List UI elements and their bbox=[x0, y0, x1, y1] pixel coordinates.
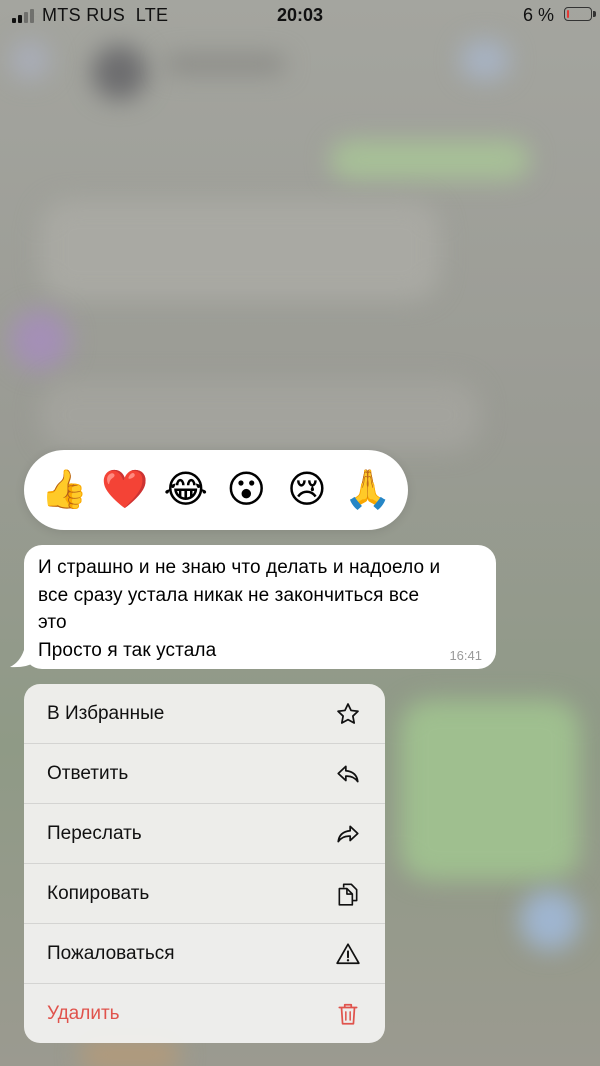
menu-item-label: Ответить bbox=[47, 762, 129, 784]
context-menu: В Избранные Ответить Переслать Копироват… bbox=[24, 684, 385, 1043]
menu-item-favorites[interactable]: В Избранные bbox=[24, 684, 385, 744]
reaction-folded-hands-icon[interactable]: 🙏 bbox=[344, 466, 392, 514]
menu-item-label: В Избранные bbox=[47, 702, 165, 724]
reaction-bar: 👍 ❤️ 😂 😮 😢 🙏 bbox=[24, 450, 408, 530]
copy-icon bbox=[335, 881, 361, 907]
message-text: И страшно и не знаю что делать и надоело… bbox=[38, 557, 441, 661]
reaction-thumbs-up-icon[interactable]: 👍 bbox=[40, 466, 88, 514]
menu-item-label: Копировать bbox=[47, 882, 150, 904]
menu-item-label: Переслать bbox=[47, 822, 142, 844]
message-time: 16:41 bbox=[449, 648, 482, 663]
reply-icon bbox=[335, 761, 361, 787]
battery-icon bbox=[564, 7, 596, 21]
reaction-crying-icon[interactable]: 😢 bbox=[283, 466, 331, 514]
trash-icon bbox=[335, 1001, 361, 1027]
reaction-tears-of-joy-icon[interactable]: 😂 bbox=[162, 466, 210, 514]
status-time: 20:03 bbox=[276, 5, 324, 25]
menu-item-forward[interactable]: Переслать bbox=[24, 804, 385, 864]
reaction-heart-icon[interactable]: ❤️ bbox=[101, 466, 149, 514]
battery-percent: 6 % bbox=[522, 5, 554, 25]
message-bubble[interactable]: И страшно и не знаю что делать и надоело… bbox=[24, 545, 496, 669]
menu-item-label: Пожаловаться bbox=[47, 942, 175, 964]
warning-icon bbox=[335, 941, 361, 967]
menu-item-copy[interactable]: Копировать bbox=[24, 864, 385, 924]
star-icon bbox=[335, 701, 361, 727]
menu-item-report[interactable]: Пожаловаться bbox=[24, 924, 385, 984]
status-bar: MTS RUS LTE 20:03 6 % bbox=[0, 0, 600, 32]
menu-item-label: Удалить bbox=[47, 1003, 120, 1024]
forward-icon bbox=[335, 821, 361, 847]
menu-item-reply[interactable]: Ответить bbox=[24, 744, 385, 804]
menu-item-delete[interactable]: Удалить bbox=[24, 984, 385, 1043]
reaction-astonished-icon[interactable]: 😮 bbox=[222, 466, 270, 514]
